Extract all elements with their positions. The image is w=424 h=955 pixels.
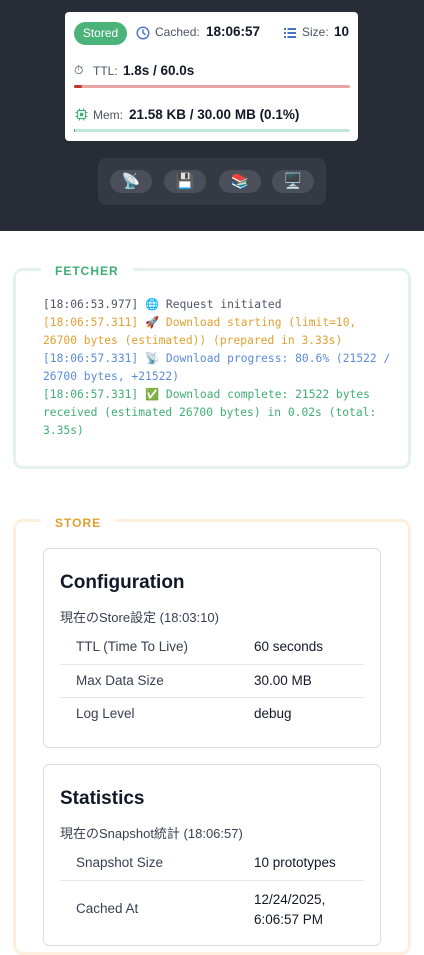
- stats-row-snapshot-size: Snapshot Size 10 prototypes: [60, 847, 364, 880]
- configuration-caption: 現在のStore設定 (18:03:10): [60, 610, 219, 625]
- row-key: Snapshot Size: [76, 855, 164, 870]
- config-row-ttl: TTL (Time To Live) 60 seconds: [60, 631, 364, 664]
- statistics-caption: 現在のSnapshot統計 (18:06:57): [60, 826, 243, 841]
- stats-row-cached-at: Cached At 12/24/2025, 6:06:57 PM: [60, 880, 364, 931]
- row-value: debug: [254, 706, 292, 721]
- cached-label: Cached:: [155, 25, 200, 39]
- row-value: 10 prototypes: [254, 855, 336, 870]
- chip-icon: [75, 108, 88, 121]
- log-line: [18:06:57.311] 🚀 Download starting (limi…: [43, 316, 364, 347]
- snapshot-view-button[interactable]: 📚: [219, 170, 261, 193]
- config-row-max-size: Max Data Size 30.00 MB: [60, 664, 364, 698]
- mem-label: Mem:: [93, 108, 123, 122]
- store-view-button[interactable]: 💾: [164, 170, 206, 193]
- config-row-log-level: Log Level debug: [60, 697, 364, 731]
- row-key: Max Data Size: [76, 673, 164, 688]
- size-value: 10: [334, 24, 350, 39]
- row-value: 60 seconds: [254, 639, 324, 654]
- configuration-card: Configuration 現在のStore設定 (18:03:10) TTL …: [43, 548, 381, 748]
- store-title: STORE: [41, 516, 116, 530]
- ttl-progress-fill: [74, 85, 83, 88]
- fetcher-log: [18:06:53.977] 🌐 Request initiated [18:0…: [43, 296, 393, 440]
- view-toolbar: 📡 💾 📚 🖥️: [98, 158, 326, 205]
- mem-progress-fill: [74, 129, 76, 132]
- ttl-value: 1.8s / 60.0s: [123, 63, 195, 78]
- log-line: [18:06:57.331] ✅ Download complete: 2152…: [43, 388, 384, 437]
- row-key: Log Level: [76, 706, 135, 721]
- row-value: 12/24/2025, 6:06:57 PM: [254, 892, 326, 927]
- statistics-heading: Statistics: [60, 788, 145, 809]
- cached-time: 18:06:57: [206, 24, 261, 39]
- row-key: Cached At: [76, 901, 139, 916]
- stopwatch-icon: ⏱: [74, 63, 84, 77]
- log-line: [18:06:53.977] 🌐 Request initiated: [43, 298, 282, 311]
- list-icon: [284, 28, 296, 38]
- fetcher-title: FETCHER: [41, 264, 133, 278]
- log-line: [18:06:57.331] 📡 Download progress: 80.6…: [43, 352, 398, 383]
- status-badge: Stored: [74, 22, 127, 45]
- row-key: TTL (Time To Live): [76, 639, 189, 654]
- ttl-label: TTL:: [93, 64, 118, 78]
- ttl-progress-track: [74, 85, 350, 88]
- cache-status-card: Stored Cached: 18:06:57 Size: 10 ⏱ TTL: …: [65, 12, 358, 141]
- statistics-card: Statistics 現在のSnapshot統計 (18:06:57) Snap…: [43, 764, 381, 946]
- mem-progress-track: [74, 129, 350, 132]
- fetcher-view-button[interactable]: 📡: [110, 170, 152, 193]
- row-value: 30.00 MB: [254, 673, 312, 688]
- configuration-heading: Configuration: [60, 572, 185, 593]
- status-header: Stored Cached: 18:06:57 Size: 10 ⏱ TTL: …: [0, 0, 424, 231]
- size-label: Size:: [302, 25, 329, 39]
- clock-icon: [136, 26, 150, 40]
- display-view-button[interactable]: 🖥️: [272, 170, 314, 193]
- mem-value: 21.58 KB / 30.00 MB (0.1%): [129, 107, 300, 122]
